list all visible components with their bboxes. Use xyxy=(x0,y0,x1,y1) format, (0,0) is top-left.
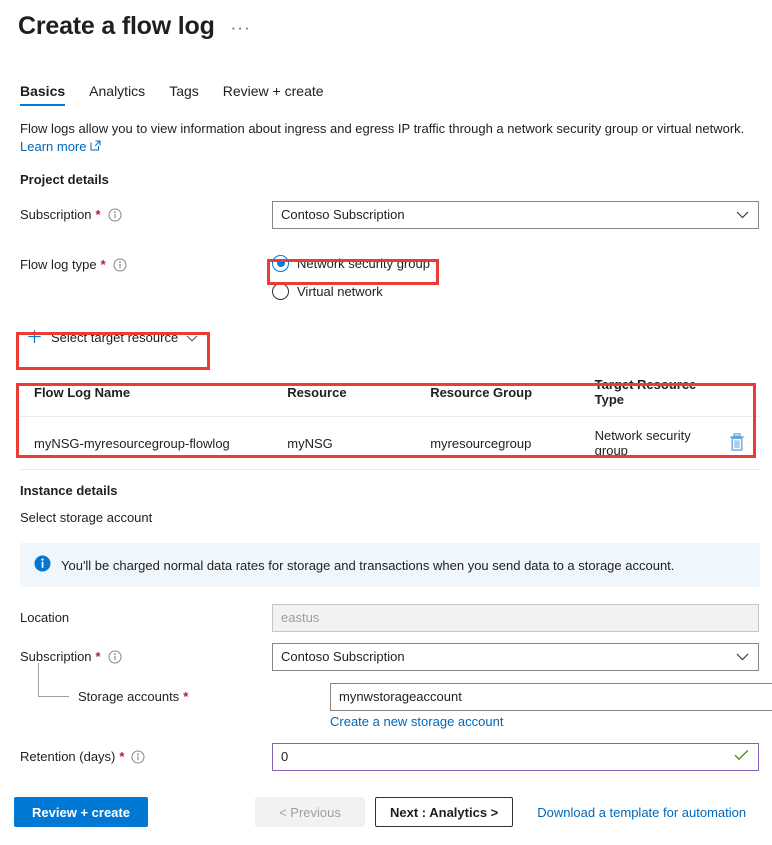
target-resource-table: Flow Log Name Resource Resource Group Ta… xyxy=(20,368,760,470)
info-icon[interactable] xyxy=(108,208,122,222)
tab-review-create[interactable]: Review + create xyxy=(223,83,324,106)
download-template-link[interactable]: Download a template for automation xyxy=(537,805,746,820)
chevron-down-icon xyxy=(736,202,749,228)
storage-accounts-dropdown[interactable]: mynwstorageaccount xyxy=(330,683,772,711)
review-create-button[interactable]: Review + create xyxy=(14,797,148,827)
cell-flow-log-name: myNSG-myresourcegroup-flowlog xyxy=(20,417,273,470)
create-new-storage-account-link[interactable]: Create a new storage account xyxy=(330,714,756,729)
field-retention: 0 xyxy=(272,743,756,771)
label-text: Storage accounts xyxy=(78,683,179,711)
radio-virtual-network[interactable]: Virtual network xyxy=(272,279,430,303)
info-banner: You'll be charged normal data rates for … xyxy=(20,543,760,587)
info-icon[interactable] xyxy=(131,750,145,764)
page-title: Create a flow log xyxy=(18,10,215,42)
external-link-icon xyxy=(90,139,101,154)
chevron-down-icon xyxy=(736,644,749,670)
required-marker: * xyxy=(119,743,124,771)
location-input: eastus xyxy=(272,604,759,632)
col-header-actions xyxy=(714,368,760,417)
field-subscription-instance: Contoso Subscription xyxy=(272,643,756,671)
label-text: Retention (days) xyxy=(20,743,115,771)
info-icon[interactable] xyxy=(108,650,122,664)
select-target-resource-button[interactable]: ＋ Select target resource xyxy=(22,325,206,350)
project-details-heading: Project details xyxy=(20,172,756,187)
field-flow-log-type: Network security group Virtual network xyxy=(272,251,756,303)
next-analytics-button[interactable]: Next : Analytics > xyxy=(375,797,513,827)
subscription-dropdown-project[interactable]: Contoso Subscription xyxy=(272,201,759,229)
label-retention: Retention (days) * xyxy=(20,743,272,771)
subscription-value-instance: Contoso Subscription xyxy=(281,644,405,670)
label-text: Subscription xyxy=(20,201,92,229)
select-target-resource-label: Select target resource xyxy=(51,330,178,345)
field-subscription-project: Contoso Subscription xyxy=(272,201,756,229)
required-marker: * xyxy=(183,683,188,711)
retention-input[interactable]: 0 xyxy=(272,743,759,771)
previous-button: < Previous xyxy=(255,797,365,827)
radio-selected-icon xyxy=(272,255,289,272)
field-storage-accounts: mynwstorageaccount Create a new storage … xyxy=(330,683,756,729)
required-marker: * xyxy=(101,251,106,279)
location-value: eastus xyxy=(281,605,319,631)
retention-value: 0 xyxy=(281,744,288,770)
label-storage-accounts: Storage accounts * xyxy=(20,683,330,711)
radio-label-vnet: Virtual network xyxy=(297,284,383,299)
required-marker: * xyxy=(96,201,101,229)
radio-unselected-icon xyxy=(272,283,289,300)
validation-check-icon xyxy=(734,744,749,770)
cell-delete-action xyxy=(714,417,760,470)
label-text: Location xyxy=(20,604,69,632)
row-subscription-instance: Subscription * Contoso Subscription xyxy=(20,643,756,671)
instance-details-heading: Instance details xyxy=(20,483,756,498)
cell-resource: myNSG xyxy=(273,417,416,470)
chevron-down-icon xyxy=(186,330,198,345)
row-subscription-project: Subscription * Contoso Subscription xyxy=(20,201,756,229)
radio-label-nsg: Network security group xyxy=(297,256,430,271)
more-options-icon[interactable]: ··· xyxy=(231,18,251,38)
table-row: myNSG-myresourcegroup-flowlog myNSG myre… xyxy=(20,417,760,470)
learn-more-row: Learn more xyxy=(20,139,756,154)
tab-tags[interactable]: Tags xyxy=(169,83,199,106)
learn-more-link[interactable]: Learn more xyxy=(20,139,86,154)
cell-resource-group: myresourcegroup xyxy=(416,417,580,470)
flow-log-type-radio-group: Network security group Virtual network xyxy=(272,251,430,303)
tab-bar: Basics Analytics Tags Review + create xyxy=(0,78,772,106)
tree-connector-line xyxy=(38,663,69,697)
label-subscription-project: Subscription * xyxy=(20,201,272,229)
tab-basics[interactable]: Basics xyxy=(20,83,65,106)
footer-bar: Review + create < Previous Next : Analyt… xyxy=(0,797,772,827)
col-header-resource-group: Resource Group xyxy=(416,368,580,417)
label-flow-log-type: Flow log type * xyxy=(20,251,272,279)
label-location: Location xyxy=(20,604,272,632)
table-header-row: Flow Log Name Resource Resource Group Ta… xyxy=(20,368,760,417)
radio-network-security-group[interactable]: Network security group xyxy=(272,251,430,275)
col-header-resource: Resource xyxy=(273,368,416,417)
tab-analytics[interactable]: Analytics xyxy=(89,83,145,106)
cell-target-resource-type: Network security group xyxy=(581,417,714,470)
intro-description: Flow logs allow you to view information … xyxy=(20,120,756,138)
page-header: Create a flow log ··· xyxy=(0,0,772,42)
info-icon[interactable] xyxy=(113,258,127,272)
row-location: Location eastus xyxy=(20,604,756,632)
required-marker: * xyxy=(96,643,101,671)
row-retention: Retention (days) * 0 xyxy=(20,743,756,771)
label-text: Flow log type xyxy=(20,251,97,279)
info-banner-text: You'll be charged normal data rates for … xyxy=(61,558,674,573)
form-content: Flow logs allow you to view information … xyxy=(0,120,772,771)
field-location: eastus xyxy=(272,604,756,632)
storage-accounts-value: mynwstorageaccount xyxy=(339,684,462,710)
subscription-value-project: Contoso Subscription xyxy=(281,202,405,228)
plus-icon: ＋ xyxy=(26,329,43,346)
col-header-flow-log-name: Flow Log Name xyxy=(20,368,273,417)
info-circle-icon xyxy=(34,555,51,575)
col-header-target-resource-type: Target Resource Type xyxy=(581,368,714,417)
subscription-dropdown-instance[interactable]: Contoso Subscription xyxy=(272,643,759,671)
row-flow-log-type: Flow log type * Network security group V… xyxy=(20,251,756,303)
select-storage-account-subheading: Select storage account xyxy=(20,509,756,527)
delete-icon[interactable] xyxy=(729,433,745,454)
row-storage-accounts: Storage accounts * mynwstorageaccount Cr… xyxy=(20,683,756,729)
